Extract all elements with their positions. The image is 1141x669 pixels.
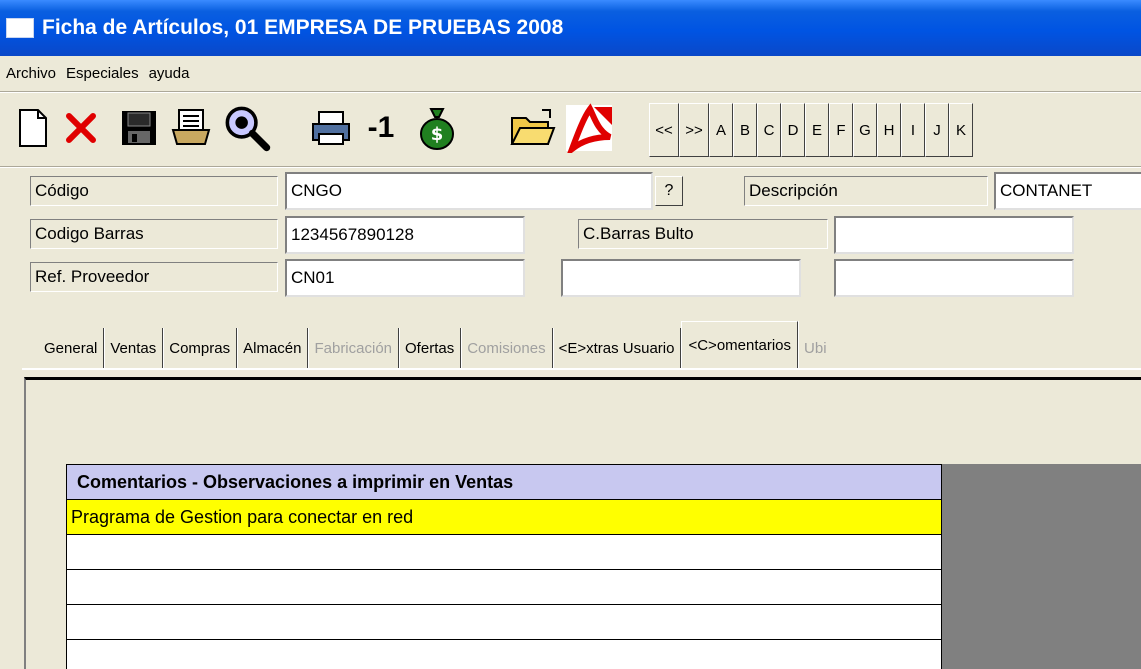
barras-bulto-input[interactable] — [834, 216, 1074, 254]
tab-label: Almacén — [243, 339, 302, 357]
tab-label: Ubi — [804, 339, 827, 357]
tab-label: <C>omentarios — [688, 337, 792, 354]
tab-general[interactable]: General — [38, 328, 105, 368]
tab-compras[interactable]: Compras — [163, 328, 238, 368]
tab-label: Fabricación — [314, 339, 393, 357]
window-title: Ficha de Artículos, 01 EMPRESA DE PRUEBA… — [42, 16, 564, 39]
descripcion-label: Descripción — [744, 176, 988, 206]
title-bar: Ficha de Artículos, 01 EMPRESA DE PRUEBA… — [0, 0, 1141, 56]
tab-strip: General Ventas Compras Almacén Fabricaci… — [38, 318, 833, 369]
letter-k-button[interactable]: K — [949, 103, 973, 157]
menu-ayuda[interactable]: ayuda — [149, 65, 190, 82]
tab-ventas[interactable]: Ventas — [104, 328, 164, 368]
letter-i-button[interactable]: I — [901, 103, 925, 157]
tab-almacen[interactable]: Almacén — [237, 328, 309, 368]
alphabet-nav: << >> A B C D E F G H I J K — [649, 103, 973, 157]
print-preview-icon[interactable] — [166, 101, 216, 155]
letter-a-button[interactable]: A — [709, 103, 733, 157]
svg-text:$: $ — [431, 124, 444, 145]
extra-field-1[interactable] — [561, 259, 801, 297]
open-folder-icon[interactable] — [508, 101, 558, 155]
comment-row[interactable] — [66, 535, 942, 570]
tab-label: Compras — [169, 339, 231, 357]
tab-extras-usuario[interactable]: <E>xtras Usuario — [553, 328, 682, 368]
print-icon[interactable] — [306, 101, 356, 155]
codigo-barras-input[interactable]: 1234567890128 — [285, 216, 525, 254]
toolbar: -1 $ << >> A B C D E F G H I J K — [0, 95, 1141, 165]
prev-page-button[interactable]: << — [649, 103, 679, 157]
new-document-icon[interactable] — [8, 101, 58, 155]
comment-row[interactable] — [66, 605, 942, 640]
letter-e-button[interactable]: E — [805, 103, 829, 157]
lookup-button[interactable]: ? — [655, 176, 683, 206]
letter-f-button[interactable]: F — [829, 103, 853, 157]
money-bag-icon[interactable]: $ — [412, 101, 462, 155]
comment-row[interactable] — [66, 570, 942, 605]
ref-proveedor-label: Ref. Proveedor — [30, 262, 278, 292]
toolbar-separator — [0, 166, 1141, 168]
tab-label: <E>xtras Usuario — [558, 339, 675, 357]
tab-ubicaciones: Ubi — [798, 328, 833, 368]
tab-label: Ventas — [110, 339, 157, 357]
extra-field-2[interactable] — [834, 259, 1074, 297]
menu-separator — [0, 91, 1141, 93]
letter-g-button[interactable]: G — [853, 103, 877, 157]
delete-icon[interactable] — [56, 101, 106, 155]
next-page-button[interactable]: >> — [679, 103, 709, 157]
codigo-label: Código — [30, 176, 278, 206]
tab-fabricacion: Fabricación — [308, 328, 400, 368]
menu-especiales[interactable]: Especiales — [66, 65, 139, 82]
menu-archivo[interactable]: Archivo — [6, 65, 56, 82]
ref-proveedor-input[interactable]: CN01 — [285, 259, 525, 297]
save-icon[interactable] — [114, 101, 164, 155]
comments-grid: Comentarios - Observaciones a imprimir e… — [66, 464, 942, 669]
tab-label: Comisiones — [467, 339, 546, 357]
comment-row[interactable] — [66, 640, 942, 669]
codigo-input[interactable]: CNGO — [285, 172, 653, 210]
letter-c-button[interactable]: C — [757, 103, 781, 157]
app-window-icon — [6, 18, 34, 38]
letter-h-button[interactable]: H — [877, 103, 901, 157]
tab-label: General — [44, 339, 98, 357]
barras-bulto-label: C.Barras Bulto — [578, 219, 828, 249]
tab-ofertas[interactable]: Ofertas — [399, 328, 462, 368]
tab-label: Ofertas — [405, 339, 455, 357]
comment-row[interactable]: Pragrama de Gestion para conectar en red — [66, 500, 942, 535]
letter-b-button[interactable]: B — [733, 103, 757, 157]
search-icon[interactable] — [222, 101, 272, 155]
letter-d-button[interactable]: D — [781, 103, 805, 157]
tab-comentarios[interactable]: <C>omentarios — [681, 321, 799, 369]
letter-j-button[interactable]: J — [925, 103, 949, 157]
tab-comisiones: Comisiones — [461, 328, 553, 368]
grid-empty-area — [942, 464, 1141, 669]
menu-bar: Archivo Especiales ayuda — [0, 56, 1141, 90]
minus-one-icon[interactable]: -1 — [356, 101, 406, 155]
pdf-icon[interactable] — [564, 101, 614, 155]
codigo-barras-label: Codigo Barras — [30, 219, 278, 249]
comments-grid-header: Comentarios - Observaciones a imprimir e… — [66, 464, 942, 500]
descripcion-input[interactable]: CONTANET — [994, 172, 1141, 210]
